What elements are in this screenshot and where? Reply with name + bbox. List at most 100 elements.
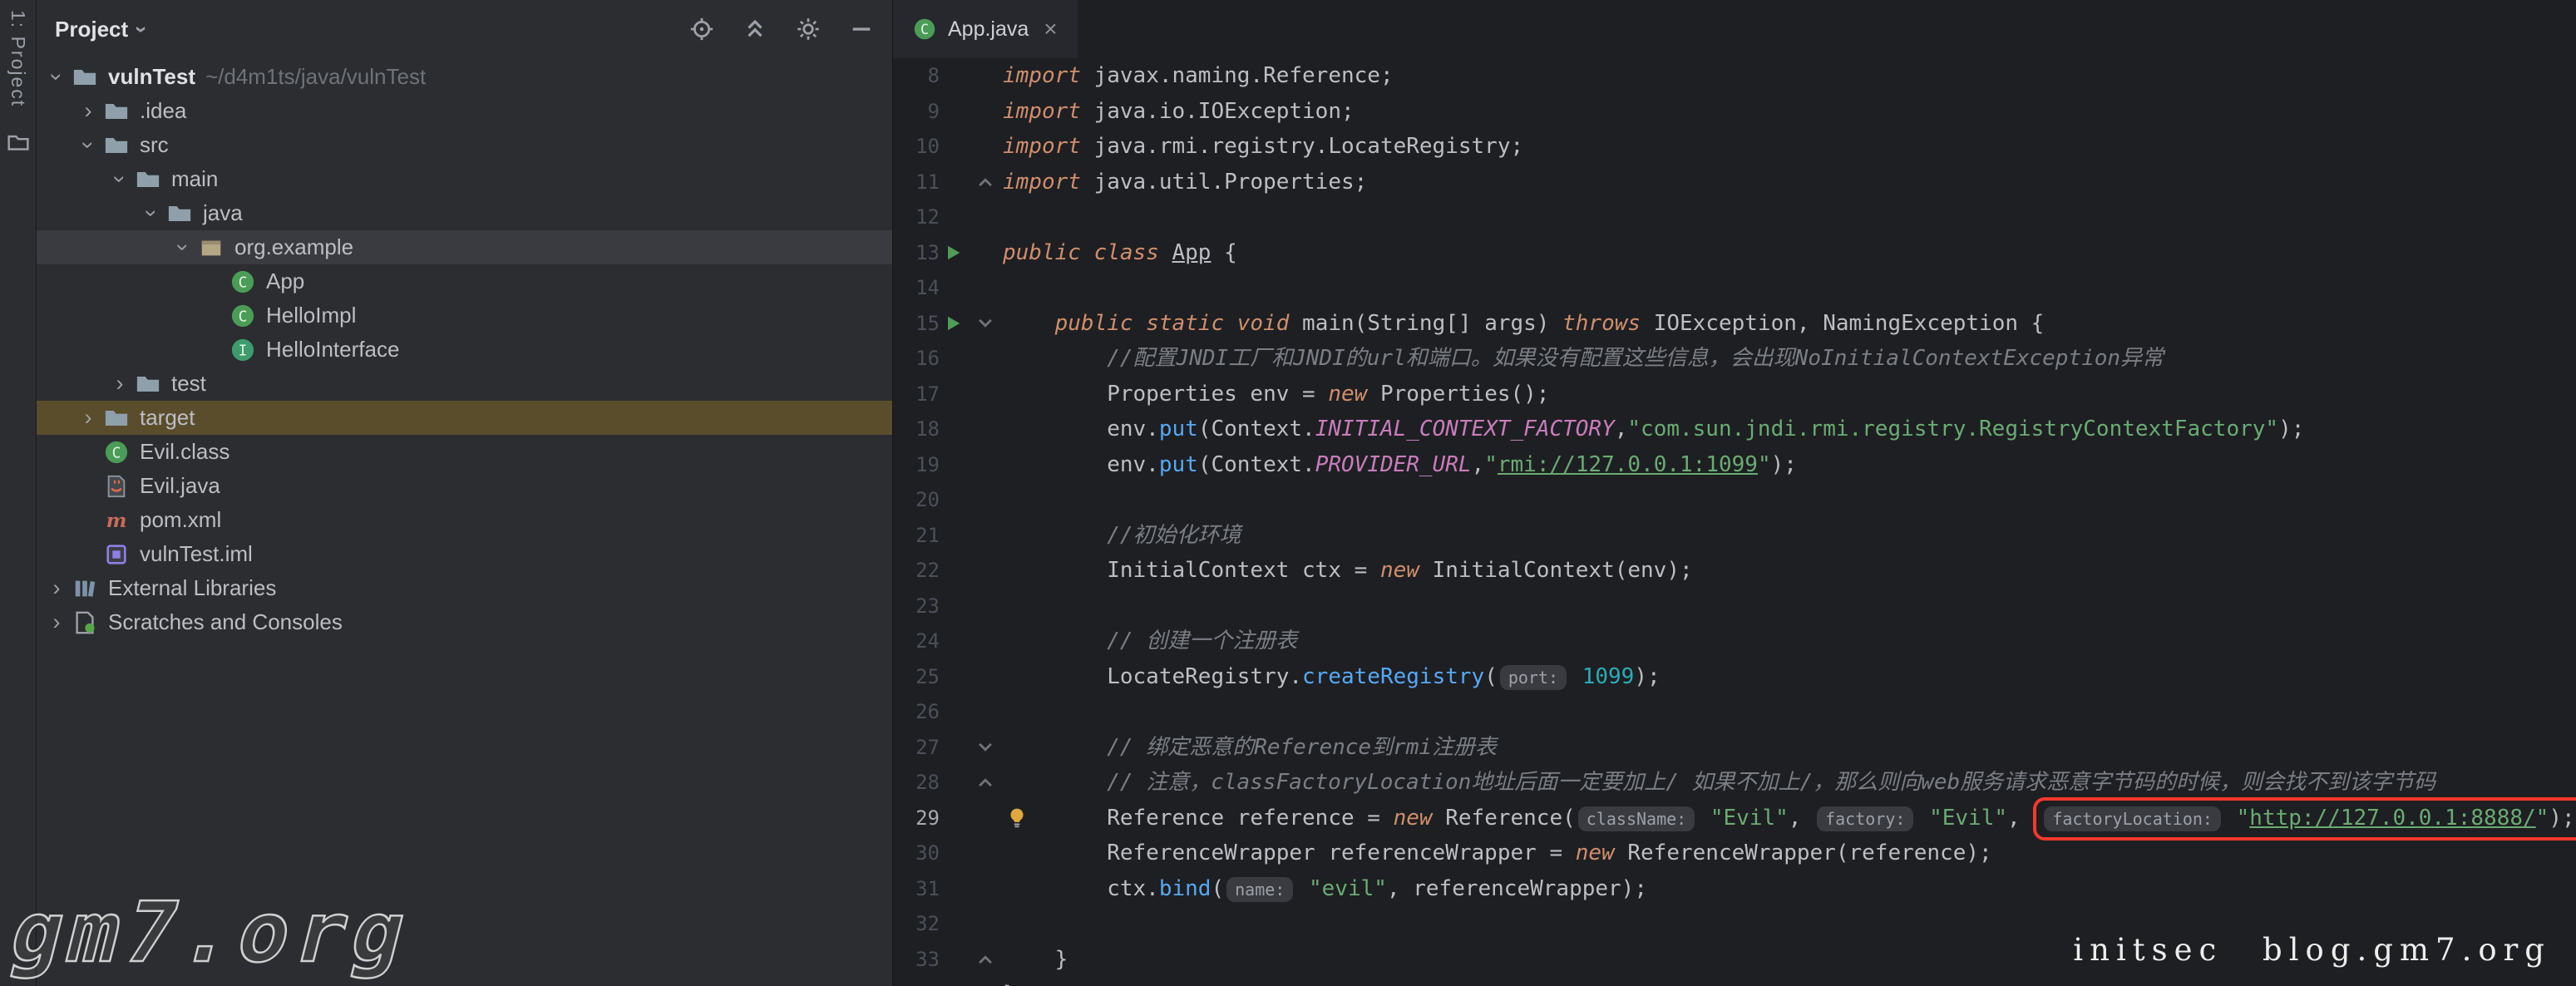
- gutter-marks: [940, 129, 1003, 165]
- tree-item-java[interactable]: › java: [37, 196, 892, 230]
- tree-item-src[interactable]: ›src: [37, 128, 892, 162]
- code-line-18[interactable]: 18 env.put(Context.INITIAL_CONTEXT_FACTO…: [893, 412, 2576, 447]
- settings-icon[interactable]: [794, 15, 822, 43]
- fold-icon[interactable]: [976, 314, 994, 333]
- line-number: 15: [893, 306, 940, 342]
- tree-item-test[interactable]: ›test: [37, 367, 892, 401]
- fold-icon[interactable]: [976, 738, 994, 757]
- chevron-down-icon[interactable]: [129, 26, 155, 33]
- code-line-25[interactable]: 25 LocateRegistry.createRegistry(port: 1…: [893, 659, 2576, 695]
- code-line-29[interactable]: 29 Reference reference = new Reference(c…: [893, 801, 2576, 836]
- project-panel-title[interactable]: Project: [55, 17, 146, 42]
- code-text: [1003, 694, 2576, 730]
- tree-item-hellointerface[interactable]: IHelloInterface: [37, 333, 892, 367]
- code-token: (Context.: [1198, 417, 1315, 441]
- code-line-20[interactable]: 20: [893, 482, 2576, 518]
- tree-item-vulntest[interactable]: ›vulnTest~/d4m1ts/java/vulnTest: [37, 60, 892, 94]
- code-line-26[interactable]: 26: [893, 694, 2576, 730]
- tree-item-pom-xml[interactable]: mpom.xml: [37, 503, 892, 537]
- line-number: 11: [893, 165, 940, 200]
- code-line-17[interactable]: 17 Properties env = new Properties();: [893, 377, 2576, 412]
- run-icon[interactable]: [943, 243, 963, 263]
- code-line-19[interactable]: 19 env.put(Context.PROVIDER_URL,"rmi://1…: [893, 447, 2576, 483]
- code-text: // 绑定恶意的Reference到rmi注册表: [1003, 730, 2576, 766]
- code-line-14[interactable]: 14: [893, 270, 2576, 306]
- code-line-31[interactable]: 31 ctx.bind(name: "evil", referenceWrapp…: [893, 871, 2576, 907]
- svg-text:C: C: [112, 444, 121, 461]
- code-line-30[interactable]: 30 ReferenceWrapper referenceWrapper = n…: [893, 836, 2576, 871]
- fold-icon[interactable]: [976, 773, 994, 791]
- code-line-15[interactable]: 15 public static void main(String[] args…: [893, 306, 2576, 342]
- locate-icon[interactable]: [688, 15, 716, 43]
- tree-item-scratches-and-consoles[interactable]: ›Scratches and Consoles: [37, 605, 892, 639]
- fold-icon[interactable]: [976, 950, 994, 969]
- chevron-right-icon[interactable]: ›: [106, 371, 133, 397]
- code-line-16[interactable]: 16 //配置JNDI工厂和JNDI的url和端口。如果没有配置这些信息，会出现…: [893, 341, 2576, 377]
- chevron-down-icon[interactable]: ›: [139, 200, 165, 227]
- code-token: import: [1003, 134, 1081, 159]
- tab-app-java[interactable]: C App.java: [893, 0, 1078, 58]
- code-line-21[interactable]: 21 //初始化环境: [893, 518, 2576, 554]
- code-line-22[interactable]: 22 InitialContext ctx = new InitialConte…: [893, 553, 2576, 589]
- gutter-marks: [940, 306, 1003, 342]
- code-line-11[interactable]: 11import java.util.Properties;: [893, 165, 2576, 200]
- gutter-marks: [940, 871, 1003, 907]
- code-line-27[interactable]: 27 // 绑定恶意的Reference到rmi注册表: [893, 730, 2576, 766]
- code-line-13[interactable]: 13public class App {: [893, 235, 2576, 271]
- code-line-34[interactable]: 34}: [893, 977, 2576, 986]
- chevron-down-icon[interactable]: ›: [76, 132, 101, 159]
- chevron-right-icon[interactable]: ›: [43, 609, 70, 635]
- code-text: env.put(Context.INITIAL_CONTEXT_FACTORY,…: [1003, 412, 2576, 447]
- tree-item-org-example[interactable]: ›org.example: [37, 230, 892, 264]
- tree-item-helloimpl[interactable]: CHelloImpl: [37, 298, 892, 333]
- tree-item-app[interactable]: CApp: [37, 264, 892, 298]
- code-text: ctx.bind(name: "evil", referenceWrapper)…: [1003, 871, 2576, 907]
- chevron-down-icon[interactable]: ›: [170, 234, 196, 261]
- code-line-10[interactable]: 10import java.rmi.registry.LocateRegistr…: [893, 129, 2576, 165]
- code-text: [1003, 589, 2576, 624]
- tree-item--idea[interactable]: ›.idea: [37, 94, 892, 128]
- tree-item-main[interactable]: ›main: [37, 162, 892, 196]
- project-tool-window-icon[interactable]: [6, 131, 31, 155]
- code-line-12[interactable]: 12: [893, 200, 2576, 235]
- tree-item-label: java: [203, 200, 243, 226]
- tree-item-label: External Libraries: [108, 575, 276, 601]
- intention-bulb-icon[interactable]: [1006, 807, 1028, 829]
- gutter-marks: [940, 200, 1003, 235]
- code-text: //初始化环境: [1003, 518, 2576, 554]
- chevron-down-icon[interactable]: ›: [107, 166, 133, 193]
- chevron-right-icon[interactable]: ›: [43, 575, 70, 601]
- code-line-23[interactable]: 23: [893, 589, 2576, 624]
- code-text: // 注意，classFactoryLocation地址后面一定要加上/ 如果不…: [1003, 765, 2576, 801]
- code-token: bind: [1159, 876, 1212, 901]
- close-icon[interactable]: [1044, 16, 1057, 42]
- code-token: );: [1634, 664, 1660, 689]
- folder-icon: [165, 199, 195, 229]
- tree-item-target[interactable]: ›target: [37, 401, 892, 435]
- run-icon[interactable]: [943, 313, 963, 333]
- code-line-24[interactable]: 24 // 创建一个注册表: [893, 624, 2576, 659]
- tree-item-external-libraries[interactable]: › External Libraries: [37, 571, 892, 605]
- code-text: import javax.naming.Reference;: [1003, 58, 2576, 94]
- tree-item-evil-class[interactable]: CEvil.class: [37, 435, 892, 469]
- tree-item-vulntest-iml[interactable]: vulnTest.iml: [37, 537, 892, 571]
- code-token: import: [1003, 99, 1081, 124]
- gutter-marks: [940, 165, 1003, 200]
- chevron-right-icon[interactable]: ›: [75, 98, 101, 124]
- collapse-all-icon[interactable]: [741, 15, 769, 43]
- code-token: , referenceWrapper);: [1387, 876, 1647, 901]
- tool-window-stripe-project[interactable]: 1: Project: [7, 10, 29, 107]
- chevron-right-icon[interactable]: ›: [75, 405, 101, 431]
- tree-item-evil-java[interactable]: Evil.java: [37, 469, 892, 503]
- fold-icon[interactable]: [976, 173, 994, 191]
- code-token: ,: [1472, 452, 1485, 477]
- chevron-down-icon[interactable]: ›: [44, 64, 70, 91]
- gutter-marks: [940, 836, 1003, 871]
- code-line-28[interactable]: 28 // 注意，classFactoryLocation地址后面一定要加上/ …: [893, 765, 2576, 801]
- url-string[interactable]: http://127.0.0.1:8888/: [2249, 806, 2535, 831]
- code-editor[interactable]: 8import javax.naming.Reference;9import j…: [893, 58, 2576, 986]
- code-line-8[interactable]: 8import javax.naming.Reference;: [893, 58, 2576, 94]
- hide-icon[interactable]: [847, 15, 876, 43]
- url-string[interactable]: rmi://127.0.0.1:1099: [1498, 452, 1758, 477]
- code-line-9[interactable]: 9import java.io.IOException;: [893, 94, 2576, 130]
